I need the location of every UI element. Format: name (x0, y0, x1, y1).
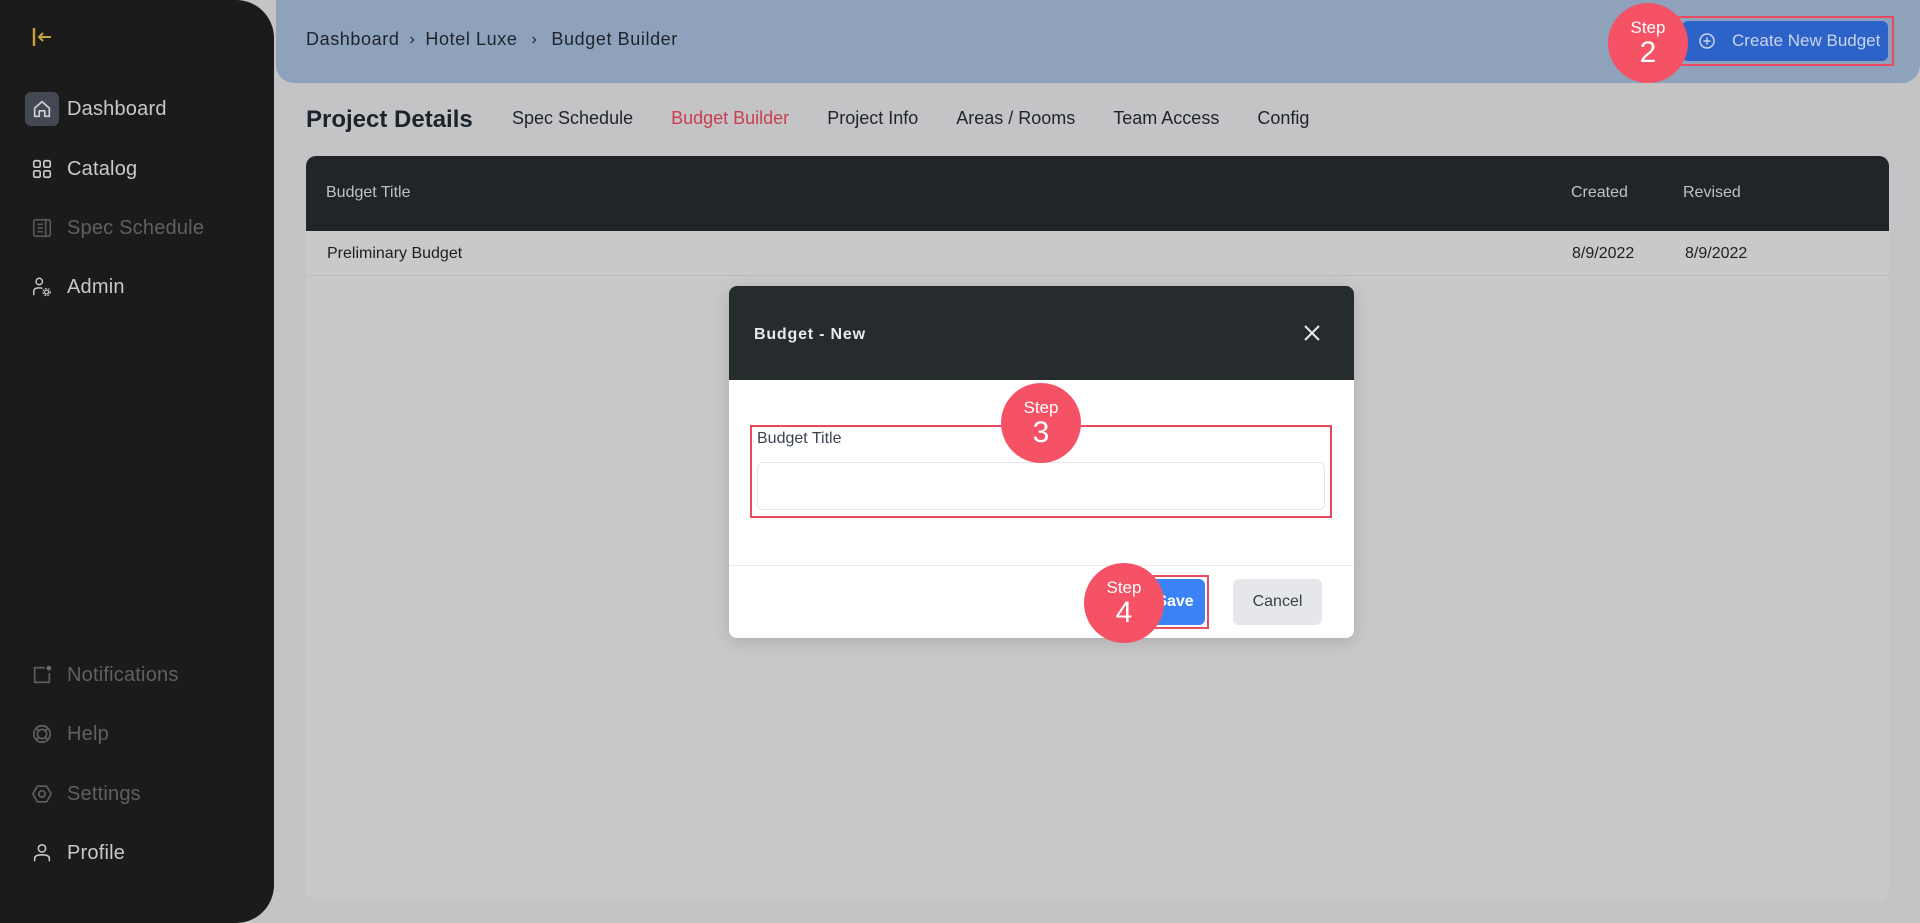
cell-created: 8/9/2022 (1572, 245, 1635, 262)
sidebar-item-label: Spec Schedule (67, 216, 205, 239)
sidebar-item-help[interactable]: Help (25, 717, 109, 751)
grid-icon (25, 152, 59, 186)
cell-budget-title: Preliminary Budget (327, 245, 463, 262)
tab-project-info[interactable]: Project Info (827, 108, 918, 129)
tab-team-access[interactable]: Team Access (1113, 108, 1219, 129)
step-badge-3: Step 3 (1001, 383, 1081, 463)
sidebar-item-label: Help (67, 722, 109, 745)
sidebar-item-admin[interactable]: Admin (25, 270, 125, 304)
user-gear-icon (25, 270, 59, 304)
column-header-revised[interactable]: Revised (1683, 184, 1741, 202)
breadcrumb: Dashboard › Hotel Luxe › Budget Builder (306, 29, 678, 50)
create-new-budget-button[interactable]: Create New Budget (1682, 21, 1888, 61)
sidebar-item-spec-schedule[interactable]: Spec Schedule (25, 211, 204, 245)
close-icon[interactable] (1301, 322, 1323, 344)
tab-bar: Spec Schedule Budget Builder Project Inf… (512, 108, 1347, 129)
lifebuoy-icon (25, 717, 59, 751)
column-header-budget-title[interactable]: Budget Title (326, 184, 411, 202)
chevron-right-icon: › (409, 30, 416, 48)
tab-config[interactable]: Config (1257, 108, 1309, 129)
user-icon (25, 836, 59, 870)
step-badge-2: Step 2 (1608, 3, 1688, 83)
settings-icon (25, 777, 59, 811)
tab-areas-rooms[interactable]: Areas / Rooms (956, 108, 1075, 129)
document-icon (25, 211, 59, 245)
sidebar: Dashboard Catalog Spec Schedule Admin No… (0, 0, 274, 923)
budget-title-input[interactable] (757, 462, 1325, 510)
step-number: 3 (1032, 415, 1050, 449)
modal-header: Budget - New (729, 286, 1354, 380)
breadcrumb-item-dashboard[interactable]: Dashboard (306, 29, 399, 50)
sidebar-item-notifications[interactable]: Notifications (25, 658, 179, 692)
sidebar-item-settings[interactable]: Settings (25, 777, 141, 811)
sidebar-item-profile[interactable]: Profile (25, 836, 125, 870)
breadcrumb-item-project[interactable]: Hotel Luxe (425, 29, 517, 50)
column-header-created[interactable]: Created (1571, 184, 1628, 202)
modal-footer-divider (729, 565, 1354, 566)
tab-spec-schedule[interactable]: Spec Schedule (512, 108, 633, 129)
sidebar-item-label: Admin (67, 275, 125, 298)
breadcrumb-item-current: Budget Builder (551, 29, 678, 49)
sidebar-item-label: Dashboard (67, 97, 167, 120)
tab-budget-builder[interactable]: Budget Builder (671, 108, 789, 129)
step-number: 2 (1639, 35, 1657, 69)
home-icon (25, 92, 59, 126)
step-badge-4: Step 4 (1084, 563, 1164, 643)
step-label: Step (1630, 17, 1666, 37)
modal-title: Budget - New (754, 326, 866, 343)
budget-title-label: Budget Title (757, 430, 842, 447)
step-number: 4 (1115, 595, 1133, 629)
sidebar-item-dashboard[interactable]: Dashboard (25, 92, 167, 126)
sidebar-item-label: Profile (67, 841, 126, 864)
sidebar-item-label: Notifications (67, 663, 179, 686)
plus-circle-icon (1698, 32, 1716, 50)
sidebar-item-label: Settings (67, 782, 141, 805)
notification-icon (25, 658, 59, 692)
chevron-right-icon: › (531, 30, 538, 48)
sidebar-item-catalog[interactable]: Catalog (25, 152, 137, 186)
cell-revised: 8/9/2022 (1685, 245, 1748, 262)
sidebar-item-label: Catalog (67, 157, 138, 180)
step-label: Step (1106, 577, 1142, 597)
create-new-budget-label: Create New Budget (1732, 31, 1881, 50)
table-row[interactable]: Preliminary Budget 8/9/2022 8/9/2022 (306, 231, 1889, 276)
table-header: Budget Title Created Revised (306, 156, 1889, 231)
collapse-left-icon[interactable] (31, 26, 53, 48)
step-label: Step (1023, 397, 1059, 417)
page-title: Project Details (306, 106, 473, 133)
cancel-button[interactable]: Cancel (1233, 579, 1322, 625)
